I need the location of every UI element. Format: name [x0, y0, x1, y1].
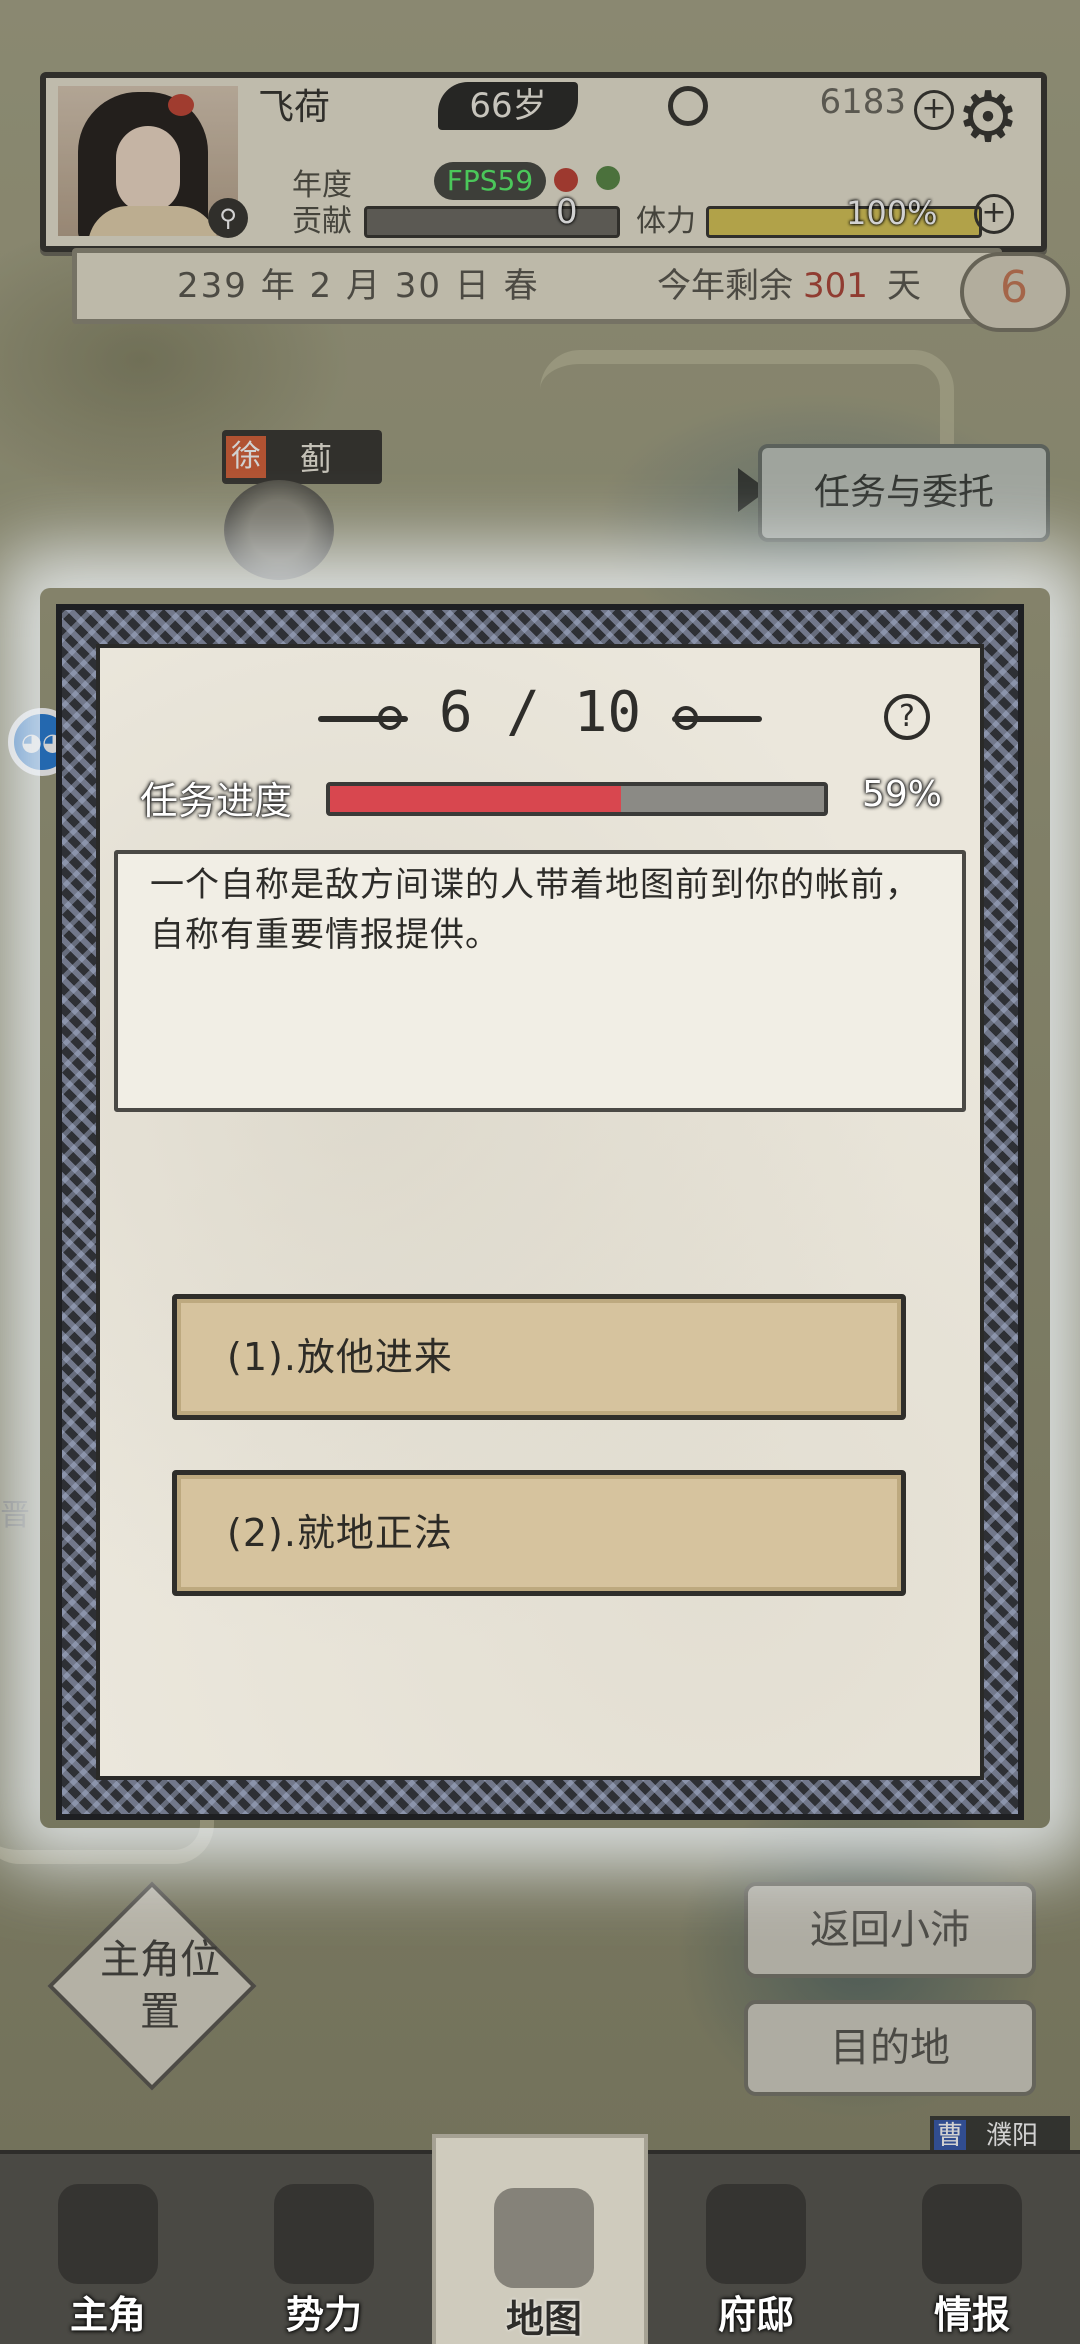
task-progress-label: 任务进度	[140, 779, 293, 823]
right-ornament	[672, 716, 762, 722]
nav-label: 府邸	[717, 2293, 794, 2337]
nav-protagonist[interactable]: 主角	[0, 2154, 216, 2344]
nav-map[interactable]: 地图	[432, 2134, 648, 2344]
nav-faction[interactable]: 势力	[216, 2154, 432, 2344]
mansion-icon	[706, 2184, 806, 2284]
flag-icon	[274, 2184, 374, 2284]
nav-label: 情报	[933, 2293, 1010, 2337]
nav-intel[interactable]: 情报	[864, 2154, 1080, 2344]
left-ornament-knot	[378, 706, 402, 730]
nav-mansion[interactable]: 府邸	[648, 2154, 864, 2344]
task-progress-bar	[326, 782, 828, 816]
bottom-nav: 主角 势力 地图 府邸 情报	[0, 2134, 1080, 2344]
scroll-icon	[922, 2184, 1022, 2284]
event-description: 一个自称是敌方间谍的人带着地图前到你的帐前，自称有重要情报提供。	[150, 865, 920, 955]
map-icon	[494, 2188, 594, 2288]
nav-label: 势力	[285, 2293, 362, 2337]
task-progress-fill	[330, 786, 622, 812]
task-progress-percent: 59%	[862, 774, 943, 815]
step-counter: 6 / 10	[438, 680, 642, 745]
choice-label: (2).就地正法	[227, 1511, 453, 1555]
choice-button-2[interactable]: (2).就地正法	[172, 1470, 906, 1596]
choice-label: (1).放他进来	[227, 1335, 453, 1379]
nav-label: 主角	[69, 2293, 146, 2337]
help-icon[interactable]: ?	[884, 694, 930, 740]
choice-button-1[interactable]: (1).放他进来	[172, 1294, 906, 1420]
nav-label: 地图	[505, 2297, 582, 2341]
warrior-icon	[58, 2184, 158, 2284]
